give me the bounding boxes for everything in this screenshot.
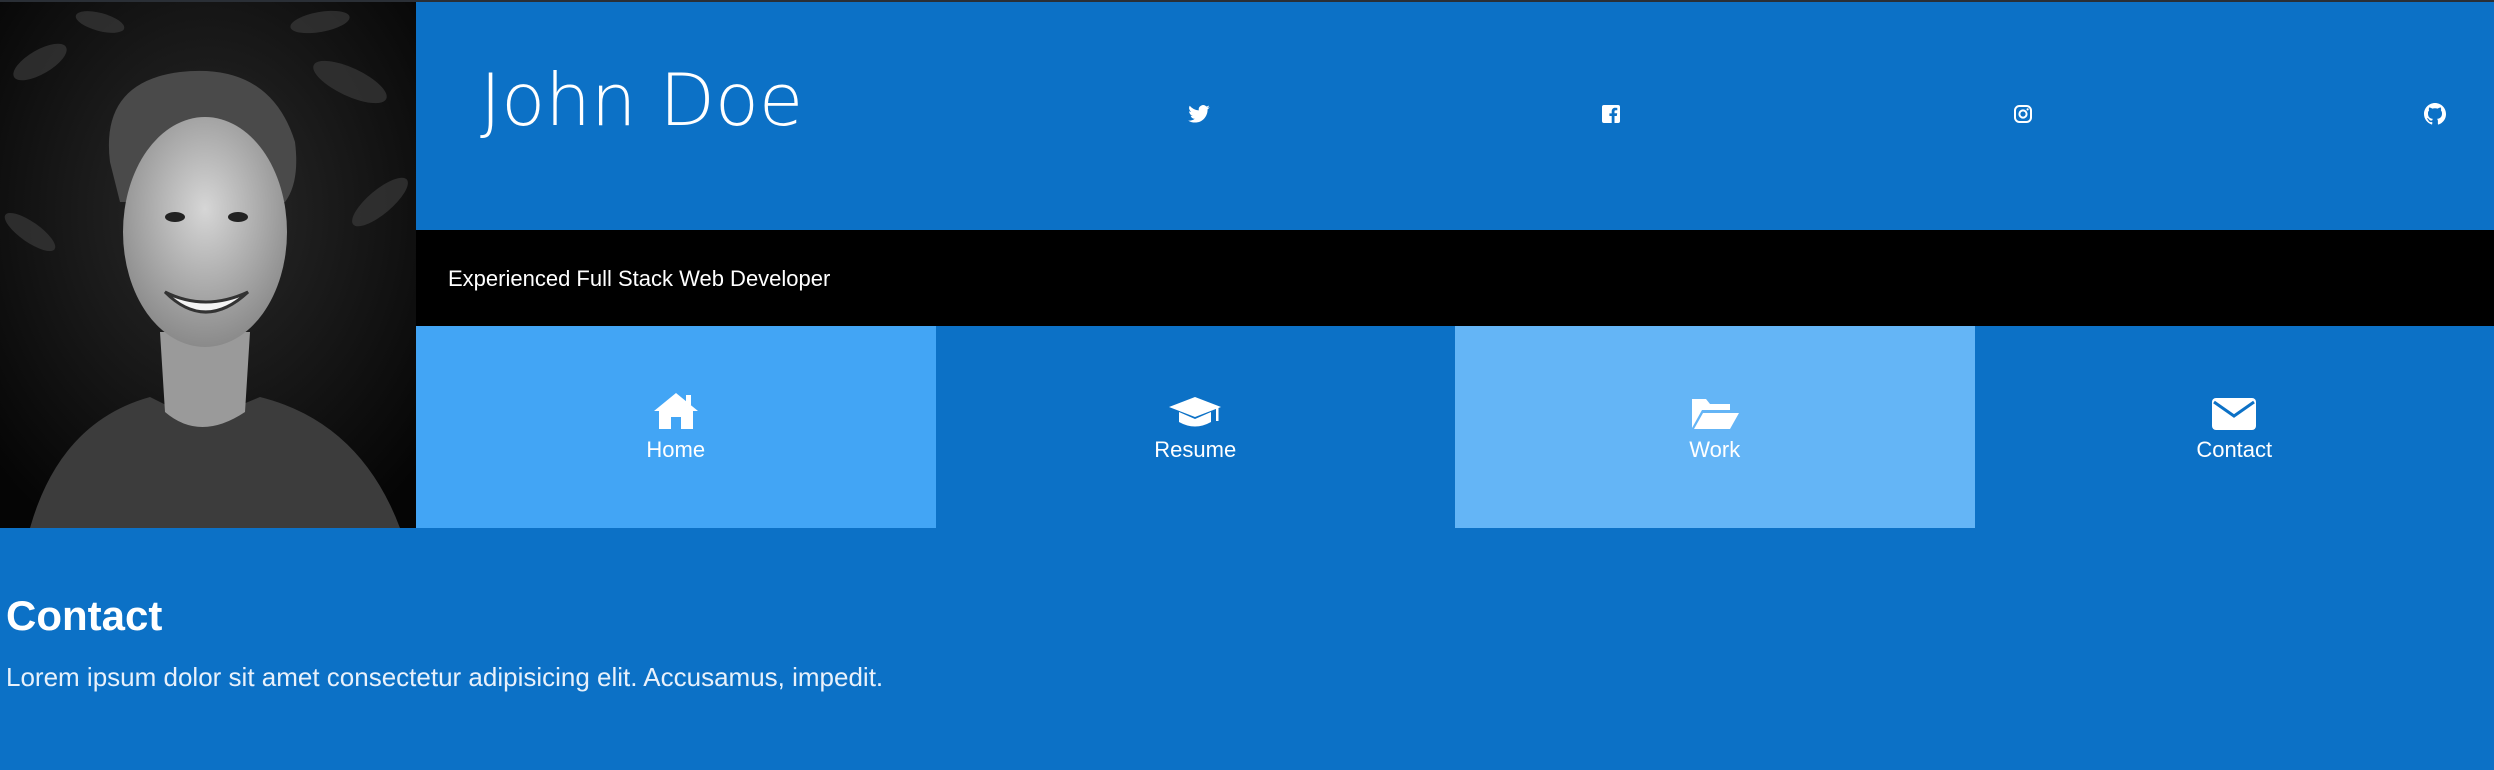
header-bar: John Doe <box>416 2 2494 230</box>
nav-item-resume[interactable]: Resume <box>935 326 1455 528</box>
facebook-icon[interactable] <box>1599 102 1623 126</box>
nav-item-work[interactable]: Work <box>1455 326 1975 528</box>
instagram-icon[interactable] <box>2011 102 2035 126</box>
twitter-icon[interactable] <box>1187 102 1211 126</box>
graduation-cap-icon <box>1167 391 1223 431</box>
nav-label-resume: Resume <box>1154 437 1237 462</box>
main-nav: Home Resume Work Contact <box>416 326 2494 528</box>
section-text: Lorem ipsum dolor sit amet consectetur a… <box>6 662 884 692</box>
envelope-icon <box>2211 391 2257 431</box>
contact-section: Contact Lorem ipsum dolor sit amet conse… <box>0 528 2494 770</box>
home-icon <box>652 391 700 431</box>
nav-item-home[interactable]: Home <box>416 326 936 528</box>
nav-label-work: Work <box>1689 437 1741 462</box>
folder-open-icon <box>1690 391 1740 431</box>
github-icon[interactable] <box>2423 102 2447 126</box>
nav-item-contact[interactable]: Contact <box>1974 326 2494 528</box>
section-title: Contact <box>6 592 163 639</box>
tagline: Experienced Full Stack Web Developer <box>448 266 831 291</box>
nav-label-contact: Contact <box>2196 437 2273 462</box>
nav-label-home: Home <box>646 437 706 462</box>
profile-photo <box>0 2 416 528</box>
site-title: John Doe <box>480 58 804 142</box>
tagline-bar: Experienced Full Stack Web Developer <box>416 230 2494 326</box>
